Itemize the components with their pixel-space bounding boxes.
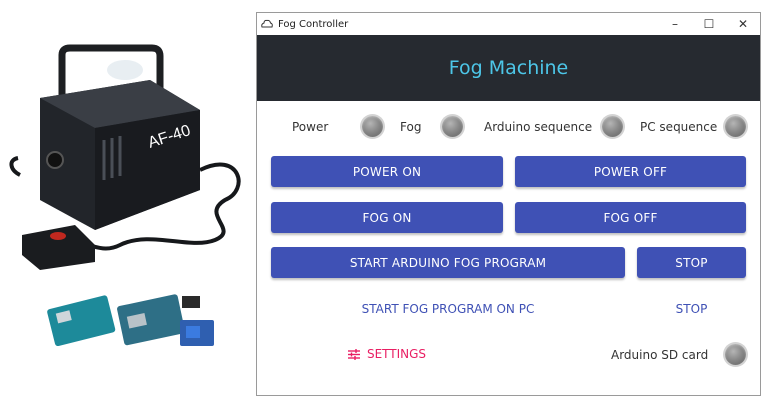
pc-sequence-indicator (725, 116, 746, 137)
pc-sequence-label: PC sequence (640, 120, 718, 134)
fog-machine-image: AF-40 (9, 44, 241, 270)
settings-sliders-icon (347, 348, 360, 360)
status-indicators: Power Fog Arduino sequence PC sequence (257, 113, 760, 141)
product-illustration: AF-40 (9, 44, 241, 347)
maximize-button[interactable]: ☐ (692, 13, 726, 35)
power-indicator (362, 116, 383, 137)
start-pc-fog-program-button[interactable]: START FOG PROGRAM ON PC (271, 294, 625, 324)
sd-card-indicator (725, 344, 746, 365)
page-title: Fog Machine (448, 57, 569, 79)
close-button[interactable]: ✕ (726, 13, 760, 35)
start-arduino-fog-program-button[interactable]: START ARDUINO FOG PROGRAM (271, 247, 625, 278)
sd-card-status-label: Arduino SD card (611, 348, 709, 362)
fog-off-button[interactable]: FOG OFF (515, 202, 746, 233)
window-title: Fog Controller (278, 18, 349, 30)
settings-button[interactable]: SETTINGS (327, 339, 447, 369)
app-header: Fog Machine (257, 35, 760, 101)
app-icon (261, 19, 273, 28)
fog-controller-window: Fog Controller – ☐ ✕ Fog Machine Power F… (256, 12, 761, 396)
arduino-sequence-label: Arduino sequence (484, 120, 593, 134)
power-off-button[interactable]: POWER OFF (515, 156, 746, 187)
stop-arduino-program-button[interactable]: STOP (637, 247, 746, 278)
arduino-boards-image (47, 294, 214, 347)
stop-pc-program-button[interactable]: STOP (637, 294, 746, 324)
window-titlebar: Fog Controller – ☐ ✕ (257, 13, 760, 35)
power-on-button[interactable]: POWER ON (271, 156, 503, 187)
fog-on-button[interactable]: FOG ON (271, 202, 503, 233)
power-status-label: Power (292, 120, 329, 134)
main-content: Power Fog Arduino sequence PC sequence P… (257, 101, 760, 395)
arduino-sequence-indicator (602, 116, 623, 137)
settings-label: SETTINGS (366, 347, 427, 361)
minimize-button[interactable]: – (658, 13, 692, 35)
fog-status-label: Fog (400, 120, 422, 134)
fog-indicator (442, 116, 463, 137)
